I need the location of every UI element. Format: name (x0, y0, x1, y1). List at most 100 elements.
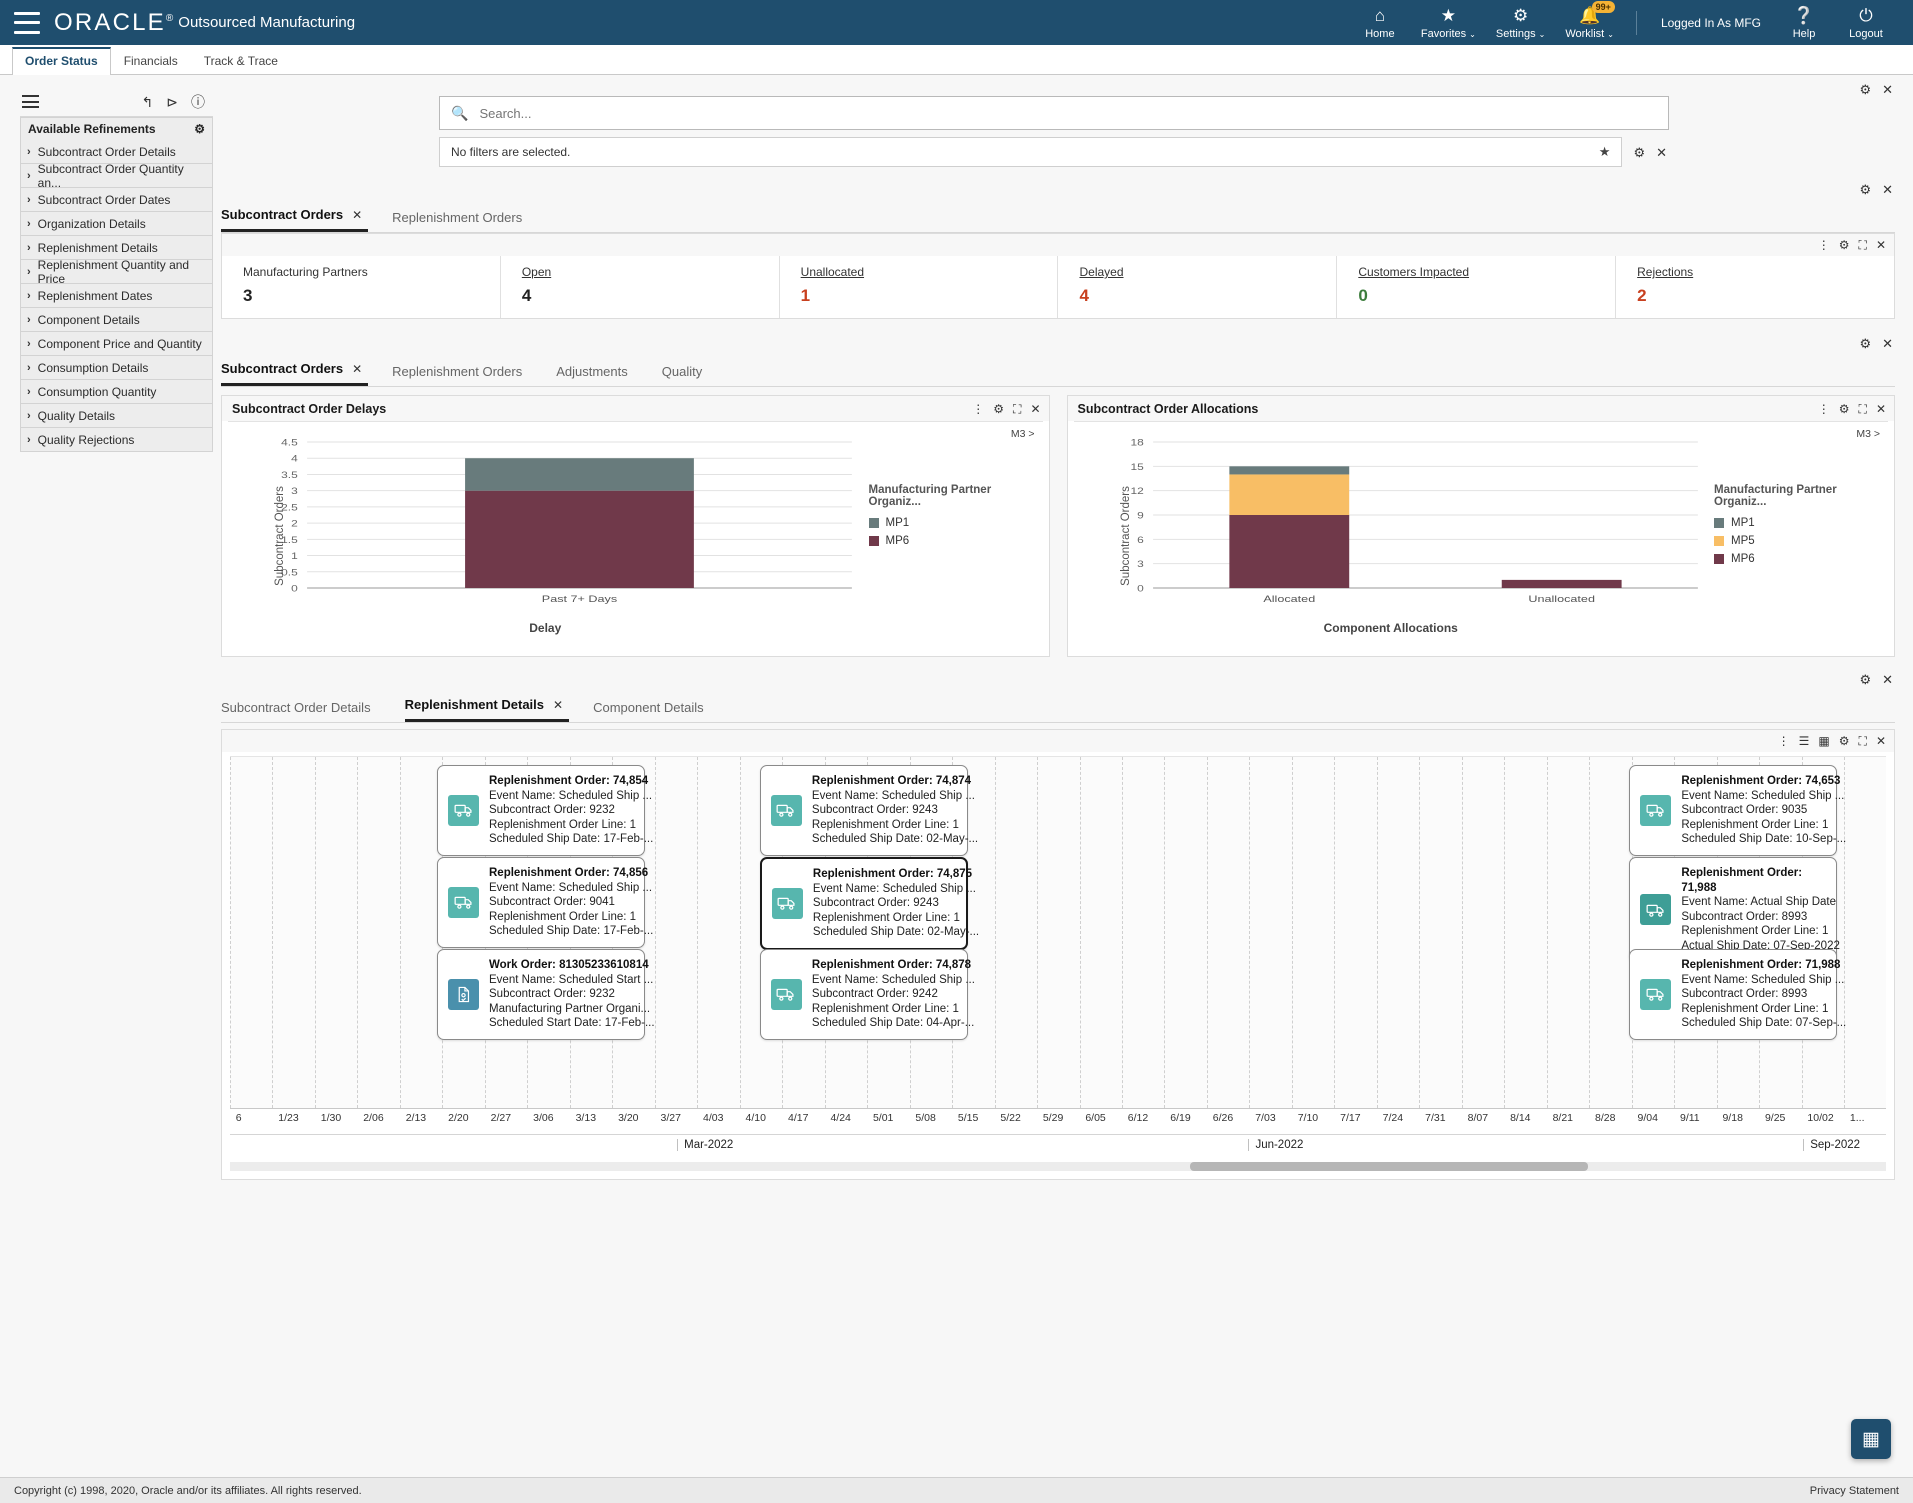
close-icon[interactable]: ✕ (352, 362, 362, 376)
sidebar-item-6[interactable]: › Replenishment Dates (20, 284, 213, 308)
gear-icon[interactable]: ⚙ (993, 403, 1004, 415)
info-icon[interactable]: ⓘ (191, 95, 205, 109)
gear-icon[interactable]: ⚙ (1859, 337, 1871, 350)
legend-item-MP1[interactable]: MP1 (868, 517, 1043, 529)
sidebar-item-11[interactable]: › Quality Details (20, 404, 213, 428)
kpi-label[interactable]: Rejections (1637, 265, 1894, 279)
legend-item-MP1[interactable]: MP1 (1714, 517, 1888, 529)
tab-order-status[interactable]: Order Status (12, 47, 111, 75)
detail-tab-subcontract-order-details[interactable]: Subcontract Order Details (221, 694, 387, 722)
expand-icon[interactable]: ⛶ (1859, 239, 1867, 251)
gear-icon[interactable]: ⚙ (1859, 183, 1871, 196)
sidebar-item-9[interactable]: › Consumption Details (20, 356, 213, 380)
list-view-icon[interactable]: ☰ (1799, 735, 1810, 747)
nav-help[interactable]: ❔ Help (1773, 0, 1835, 45)
timeline-canvas[interactable]: Replenishment Order: 74,854 Event Name: S… (230, 756, 1886, 1108)
search-input[interactable] (477, 104, 1657, 122)
nav-logout[interactable]: ⏻ Logout (1835, 0, 1897, 45)
kpi-label[interactable]: Unallocated (801, 265, 1058, 279)
sidebar-item-7[interactable]: › Component Details (20, 308, 213, 332)
timeline-scrollbar[interactable] (230, 1162, 1886, 1171)
sidebar-item-10[interactable]: › Consumption Quantity (20, 380, 213, 404)
nav-home[interactable]: ⌂ Home (1349, 0, 1411, 45)
chart-tab-quality[interactable]: Quality (662, 358, 718, 386)
kpi-label[interactable]: Delayed (1079, 265, 1336, 279)
more-options-icon[interactable]: ⋮ (972, 403, 984, 415)
selected-filters-box[interactable]: No filters are selected. ★ (439, 137, 1623, 167)
close-icon[interactable]: ✕ (1882, 183, 1893, 196)
detail-tab-component-details[interactable]: Component Details (593, 694, 720, 722)
timeline-event-card[interactable]: Replenishment Order: 74,653 Event Name: S… (1629, 765, 1846, 856)
nav-worklist[interactable]: 99+ 🔔 Worklist ⌄ (1555, 0, 1624, 45)
more-options-icon[interactable]: ⋮ (1778, 735, 1790, 747)
kpi-label[interactable]: Customers Impacted (1358, 265, 1615, 279)
close-icon[interactable]: ✕ (1656, 146, 1667, 159)
chart-zoom-level[interactable]: M3 > (1011, 428, 1035, 440)
gear-icon[interactable]: ⚙ (1859, 83, 1871, 96)
gear-icon[interactable]: ⚙ (194, 122, 205, 136)
share-icon[interactable]: ⊳ (166, 95, 178, 109)
tab-financials[interactable]: Financials (111, 48, 191, 74)
gear-icon[interactable]: ⚙ (1859, 673, 1871, 686)
timeline-event-card[interactable]: Replenishment Order: 71,988 Event Name: A… (1629, 857, 1840, 962)
favorite-star-icon[interactable]: ★ (1599, 144, 1611, 160)
legend-item-MP6[interactable]: MP6 (1714, 553, 1888, 565)
close-icon[interactable]: ✕ (1030, 403, 1040, 415)
detail-tab-replenishment-details[interactable]: Replenishment Details ✕ (404, 691, 570, 722)
close-icon[interactable]: ✕ (1876, 735, 1886, 747)
close-icon[interactable]: ✕ (1876, 403, 1886, 415)
timeline-event-card[interactable]: Replenishment Order: 74,854 Event Name: S… (437, 765, 653, 856)
timeline-event-card[interactable]: Replenishment Order: 71,988 Event Name: S… (1629, 949, 1846, 1040)
menu-icon[interactable] (22, 95, 39, 108)
chart-zoom-level[interactable]: M3 > (1856, 428, 1880, 440)
table-view-icon[interactable]: ▦ (1818, 735, 1829, 747)
close-icon[interactable]: ✕ (1882, 83, 1893, 96)
undo-icon[interactable]: ↰ (142, 95, 154, 109)
close-icon[interactable]: ✕ (352, 208, 362, 222)
main-menu-icon[interactable] (14, 11, 40, 34)
sidebar-item-4[interactable]: › Replenishment Details (20, 236, 213, 260)
timeline-event-card[interactable]: Work Order: 81305233610814 Event Name: Sc… (437, 949, 655, 1040)
chart-svg[interactable]: 4.5 4 3.5 3 2.5 2 1.5 1 0.5 0 Past 7+ Days (228, 422, 863, 618)
close-icon[interactable]: ✕ (553, 698, 563, 712)
search-bar[interactable]: 🔍 (439, 96, 1669, 130)
nav-settings[interactable]: ⚙ Settings ⌄ (1486, 0, 1555, 45)
timeline-scroll-thumb[interactable] (1190, 1162, 1588, 1171)
more-options-icon[interactable]: ⋮ (1818, 403, 1830, 415)
timeline-event-card[interactable]: Replenishment Order: 74,856 Event Name: S… (437, 857, 653, 948)
grid-icon[interactable]: ▦ (1851, 1419, 1891, 1459)
privacy-statement-link[interactable]: Privacy Statement (1810, 1485, 1899, 1497)
tab-track-trace[interactable]: Track & Trace (191, 48, 291, 74)
timeline-event-card[interactable]: Replenishment Order: 74,874 Event Name: S… (759, 765, 978, 856)
gear-icon[interactable]: ⚙ (1839, 403, 1850, 415)
chart-svg[interactable]: 18 15 12 9 6 3 0 Allocated Unallocated (1074, 422, 1709, 618)
chart-tab-subcontract-orders[interactable]: Subcontract Orders ✕ (221, 355, 369, 386)
close-icon[interactable]: ✕ (1882, 673, 1893, 686)
chart-tab-replenishment-orders[interactable]: Replenishment Orders (392, 358, 538, 386)
close-icon[interactable]: ✕ (1882, 337, 1893, 350)
sidebar-item-2[interactable]: › Subcontract Order Dates (20, 188, 213, 212)
nav-favorites[interactable]: ★ Favorites ⌄ (1411, 0, 1486, 45)
more-options-icon[interactable]: ⋮ (1818, 239, 1830, 251)
expand-icon[interactable]: ⛶ (1859, 735, 1867, 747)
expand-icon[interactable]: ⛶ (1859, 403, 1867, 415)
sidebar-item-3[interactable]: › Organization Details (20, 212, 213, 236)
expand-icon[interactable]: ⛶ (1013, 403, 1021, 415)
gear-icon[interactable]: ⚙ (1633, 146, 1645, 159)
gear-icon[interactable]: ⚙ (1839, 239, 1850, 251)
kpi-tab-replenishment-orders[interactable]: Replenishment Orders (392, 204, 538, 232)
sidebar-item-8[interactable]: › Component Price and Quantity (20, 332, 213, 356)
sidebar-item-1[interactable]: › Subcontract Order Quantity an... (20, 162, 213, 190)
timeline-event-card[interactable]: Replenishment Order: 74,875 Event Name: S… (759, 857, 979, 950)
sidebar-item-12[interactable]: › Quality Rejections (20, 428, 213, 452)
chart-tab-adjustments[interactable]: Adjustments (556, 358, 644, 386)
close-icon[interactable]: ✕ (1876, 239, 1886, 251)
gear-icon[interactable]: ⚙ (1839, 735, 1850, 747)
legend-item-MP5[interactable]: MP5 (1714, 535, 1888, 547)
sidebar-item-0[interactable]: › Subcontract Order Details (20, 140, 213, 164)
sidebar-item-5[interactable]: › Replenishment Quantity and Price (20, 258, 213, 286)
timeline-event-card[interactable]: Replenishment Order: 74,878 Event Name: S… (759, 949, 975, 1040)
kpi-label[interactable]: Open (522, 265, 779, 279)
kpi-tab-subcontract-orders[interactable]: Subcontract Orders ✕ (221, 201, 369, 232)
legend-item-MP6[interactable]: MP6 (868, 535, 1043, 547)
